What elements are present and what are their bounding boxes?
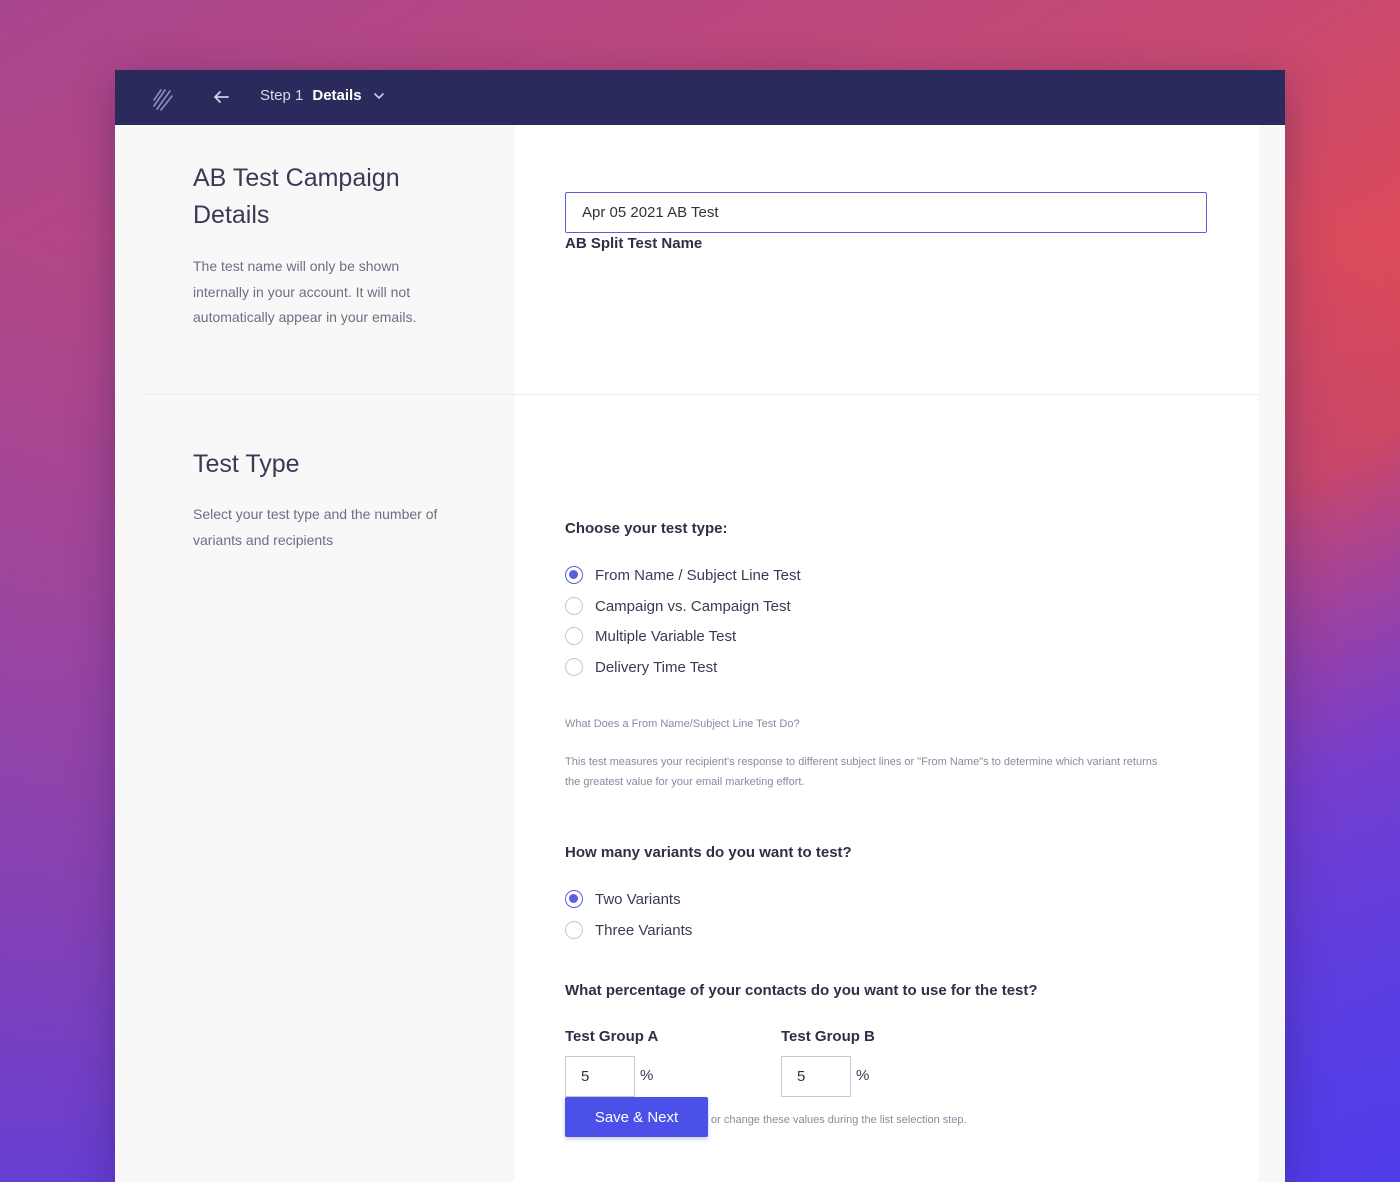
section-divider [145,394,1259,395]
current-step-label: Details [312,87,362,104]
save-next-button[interactable]: Save & Next [565,1097,708,1137]
radio-label: Three Variants [595,921,693,939]
radio-label: Delivery Time Test [595,658,718,676]
radio-label: Multiple Variable Test [595,627,737,645]
radio-label: From Name / Subject Line Test [595,566,801,584]
radio-button[interactable] [565,921,583,939]
variants-question: How many variants do you want to test? [565,844,852,861]
details-section-title: AB Test Campaign Details [193,160,400,234]
top-bar: Step 1 Details [115,70,1285,125]
split-test-name-input[interactable] [565,192,1207,233]
radio-button[interactable] [565,658,583,676]
group-a-input[interactable] [565,1056,635,1097]
details-title-line1: AB Test Campaign [193,164,400,192]
main-content: AB Test Campaign Details The test name w… [115,125,1285,1182]
test-type-title: Test Type [193,450,300,478]
radio-label: Campaign vs. Campaign Test [595,597,791,615]
details-description: The test name will only be shown interna… [193,254,473,331]
radio-button[interactable] [565,890,583,908]
radio-button[interactable] [565,597,583,615]
help-text-line1: This test measures your recipient's resp… [565,756,1158,768]
back-arrow-icon[interactable] [211,87,231,107]
group-a-percent: % [640,1067,654,1084]
radio-three-variants[interactable]: Three Variants [565,921,692,939]
group-b-input[interactable] [781,1056,851,1097]
test-type-desc-line2: variants and recipients [193,531,334,548]
radio-delivery-time[interactable]: Delivery Time Test [565,658,717,676]
radio-multiple-variable[interactable]: Multiple Variable Test [565,627,736,645]
step-number: Step 1 [260,87,304,104]
radio-campaign-vs-campaign[interactable]: Campaign vs. Campaign Test [565,597,791,615]
chevron-down-icon [373,92,384,99]
details-desc-line1: The test name will only be shown [193,258,400,274]
details-desc-line2: internally in your account. It will not [193,283,411,300]
radio-label: Two Variants [595,890,681,908]
details-title-line2: Details [193,201,270,229]
radio-from-name-subject[interactable]: From Name / Subject Line Test [565,566,801,584]
radio-two-variants[interactable]: Two Variants [565,890,681,908]
logo-icon [153,89,173,111]
percentage-question: What percentage of your contacts do you … [565,982,1038,999]
help-text: This test measures your recipient's resp… [565,753,1205,792]
help-text-line2: the greatest value for your email market… [565,775,805,788]
split-test-name-label: AB Split Test Name [565,235,703,252]
app-window: Step 1 Details AB Test Campaign Details … [115,70,1285,1182]
test-type-desc-line1: Select your test type and the number of [193,506,438,522]
group-b-percent: % [856,1067,870,1084]
step-breadcrumb[interactable]: Step 1 Details [260,87,386,104]
help-title: What Does a From Name/Subject Line Test … [565,718,800,730]
details-desc-line3: automatically appear in your emails. [193,309,417,325]
radio-button[interactable] [565,627,583,645]
test-type-description: Select your test type and the number of … [193,502,493,553]
right-edge [1259,125,1285,1182]
group-a-label: Test Group A [565,1028,659,1045]
radio-button[interactable] [565,566,583,584]
group-b-label: Test Group B [781,1028,875,1045]
choose-test-type-label: Choose your test type: [565,520,728,537]
